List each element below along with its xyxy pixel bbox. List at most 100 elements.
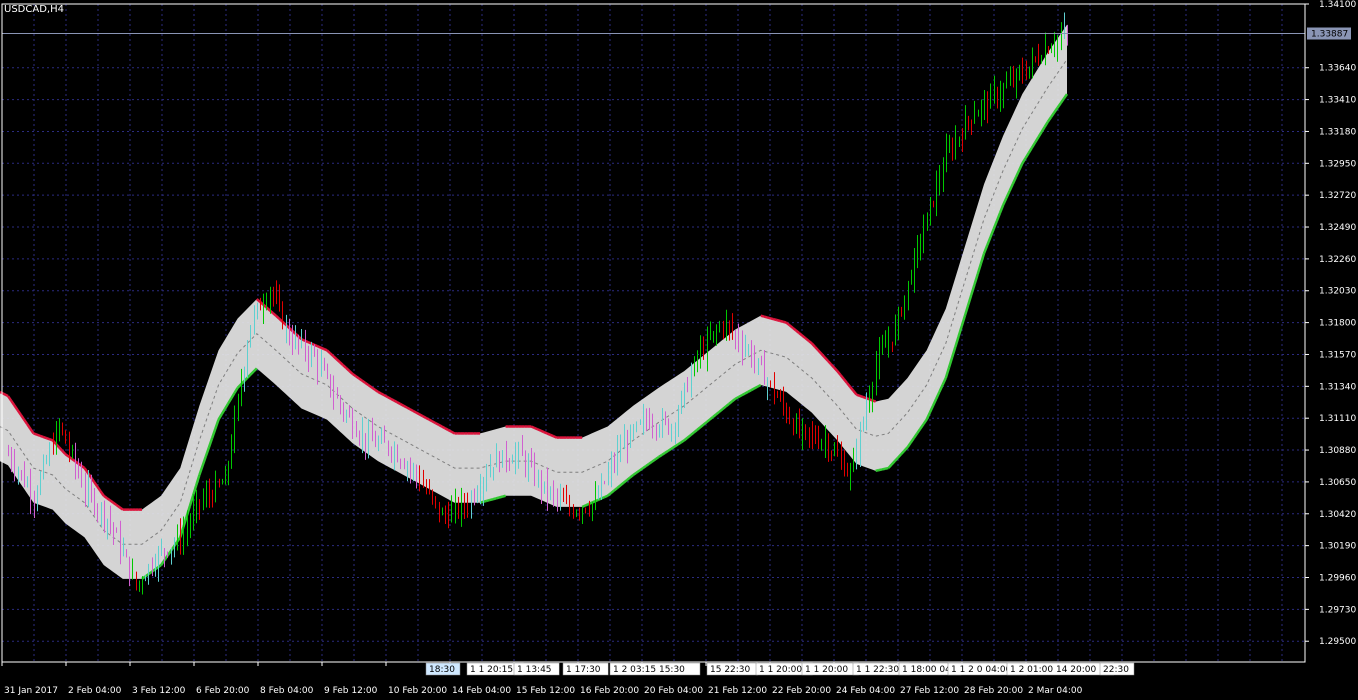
band-upper-edge [316, 345, 322, 349]
band-upper-edge [533, 426, 538, 431]
band-lower-edge [603, 494, 609, 499]
band-lower-edge [881, 467, 886, 471]
chart-title: USDCAD,H4 [4, 4, 64, 15]
price-tick-label: 1.33640 [1319, 64, 1356, 74]
time-tick-label: 2 Mar 04:00 [1028, 686, 1083, 696]
band-lower-edge [744, 390, 749, 395]
band-lower-edge [756, 383, 762, 388]
band-upper-edge [537, 428, 542, 432]
band-lower-edge [747, 389, 752, 393]
band-upper-edge [530, 425, 535, 430]
price-tick-label: 1.34100 [1319, 0, 1356, 10]
band-lower-edge [489, 498, 494, 502]
price-tick-label: 1.31340 [1319, 382, 1356, 392]
band-upper-edge [399, 402, 405, 407]
time-tick-label: 3 Feb 12:00 [132, 686, 186, 696]
band-lower-edge [741, 392, 746, 397]
band-upper-edge [862, 395, 867, 400]
band-upper-edge [320, 346, 325, 351]
event-label: 1 1 22:30 [856, 665, 899, 675]
band-upper-edge [45, 436, 50, 441]
event-label: 1 1 20:15 [470, 665, 513, 675]
band-lower-edge [661, 451, 666, 456]
band-upper-edge [307, 340, 312, 345]
time-tick-label: 22 Feb 20:00 [772, 686, 831, 696]
time-tick-label: 6 Feb 20:00 [196, 686, 250, 696]
band-upper-edge [380, 392, 385, 397]
band-lower-edge [486, 498, 490, 503]
time-tick-label: 10 Feb 20:00 [388, 686, 447, 696]
time-tick-label: 20 Feb 04:00 [644, 686, 703, 696]
band-upper-edge [49, 438, 54, 442]
band-lower-edge [677, 441, 682, 446]
price-tick-label: 1.32490 [1319, 223, 1356, 233]
event-label: 1 18:00 04 [902, 665, 951, 675]
band-lower-edge [737, 394, 743, 399]
band-upper-edge [412, 409, 417, 414]
band-upper-edge [396, 401, 401, 406]
event-label: 1 13:45 [517, 665, 552, 675]
band-upper-edge [33, 432, 38, 436]
time-tick-label: 31 Jan 2017 [4, 686, 58, 696]
band-upper-edge [859, 394, 864, 399]
band-lower-edge [495, 496, 500, 500]
band-lower-edge [734, 395, 740, 400]
price-tick-label: 1.29960 [1319, 573, 1356, 583]
band-lower-edge [581, 504, 586, 508]
time-tick-label: 28 Feb 20:00 [964, 686, 1023, 696]
band-lower-edge [502, 494, 506, 498]
band-upper-edge [779, 319, 784, 323]
event-label: 1 1 20:00 [805, 665, 848, 675]
band-upper-edge [418, 413, 424, 418]
time-tick-label: 14 Feb 04:00 [452, 686, 511, 696]
band-lower-edge [670, 445, 676, 450]
band-upper-edge [323, 347, 328, 352]
band-upper-edge [39, 434, 44, 439]
band-lower-edge [753, 385, 759, 390]
band-upper-edge [760, 314, 765, 318]
band-upper-edge [415, 411, 421, 416]
band-upper-edge [406, 406, 411, 411]
price-tick-label: 1.32260 [1319, 255, 1356, 265]
band-upper-edge [409, 408, 414, 413]
band-upper-edge [441, 425, 446, 430]
band-lower-edge [680, 439, 685, 444]
price-tick-label: 1.32030 [1319, 287, 1356, 297]
event-label: 1 2 03:15 15:30 [613, 665, 685, 675]
price-tick-label: 1.29730 [1319, 605, 1356, 615]
band-upper-edge [431, 420, 437, 425]
band-lower-edge [584, 502, 590, 507]
band-upper-edge [763, 315, 768, 319]
price-tick-label: 1.31110 [1319, 414, 1356, 424]
event-label: 18:30 [429, 665, 455, 675]
time-tick-label: 9 Feb 12:00 [324, 686, 378, 696]
band-lower-edge [673, 443, 679, 448]
band-lower-edge [667, 447, 673, 452]
event-label: 1 1 20:00 [759, 665, 802, 675]
band-lower-edge [750, 387, 755, 392]
band-upper-edge [425, 416, 430, 421]
event-markers: 18:30 1 1 20:15 1 13:45 1 17:30 1 2 03:15 15… [425, 662, 1135, 676]
band-upper-edge [434, 421, 440, 426]
time-tick-label: 27 Feb 12:00 [900, 686, 959, 696]
band-upper-edge [447, 428, 452, 433]
band-upper-edge [402, 404, 408, 409]
price-tick-label: 1.30880 [1319, 446, 1356, 456]
price-tick-label: 1.30650 [1319, 478, 1356, 488]
band-upper-edge [546, 432, 551, 436]
price-tick-label: 1.30420 [1319, 510, 1356, 520]
band-upper-edge [543, 430, 548, 435]
time-tick-label: 2 Feb 04:00 [68, 686, 122, 696]
price-chart[interactable]: 1.34100 1.33640 1.33410 1.33180 1.32950 1.327… [0, 0, 1358, 700]
band-lower-edge [884, 466, 889, 470]
price-tick-label: 1.31800 [1319, 319, 1356, 329]
band-upper-edge [377, 390, 382, 395]
time-tick-label: 16 Feb 20:00 [580, 686, 639, 696]
band-upper-edge [422, 415, 427, 419]
price-tick-label: 1.31570 [1319, 350, 1356, 360]
time-tick-label: 24 Feb 04:00 [836, 686, 895, 696]
band-lower-edge [875, 468, 880, 473]
band-lower-edge [664, 449, 669, 454]
band-upper-edge [773, 317, 778, 322]
event-label: 1 1 2 0 04:00 [951, 665, 1012, 675]
